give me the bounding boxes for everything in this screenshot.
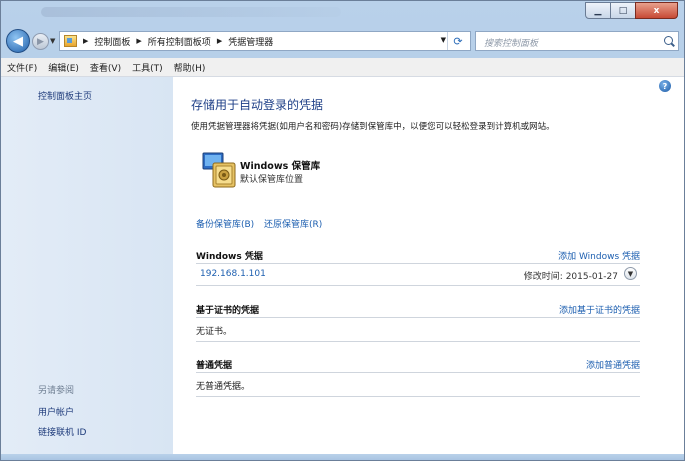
credential-modified-date: 修改时间: 2015-01-27 (523, 272, 618, 282)
back-button[interactable]: ◀ (6, 29, 30, 53)
address-history-dropdown[interactable]: ▼ (441, 36, 446, 44)
search-box[interactable]: 搜索控制面板 (475, 31, 679, 51)
vault-icon (202, 152, 236, 188)
no-generic-credentials-text: 无普通凭据。 (196, 382, 251, 392)
breadcrumb-arrow-icon[interactable]: ▶ (217, 37, 222, 45)
sidebar-link-online-id[interactable]: 链接联机 ID (38, 425, 86, 438)
menu-tools[interactable]: 工具(T) (126, 61, 168, 74)
sidebar-link-user-accounts[interactable]: 用户帐户 (38, 405, 74, 418)
navigation-bar: ◀ ▶ ▼ ▶ 控制面板 ▶ 所有控制面板项 ▶ 凭据管理器 ▼ ⟳ 搜索控制面… (1, 27, 684, 57)
breadcrumb-credential-manager[interactable]: 凭据管理器 (228, 35, 273, 48)
search-placeholder: 搜索控制面板 (484, 39, 539, 49)
chevron-down-icon[interactable]: ▼ (624, 267, 637, 280)
add-generic-credential-link[interactable]: 添加普通凭据 (586, 358, 640, 371)
section-divider (196, 396, 640, 397)
certificate-credentials-heading: 基于证书的凭据 (196, 306, 260, 316)
main-content: ? 存储用于自动登录的凭据 使用凭据管理器将凭据(如用户名和密码)存储到保管库中… (173, 77, 671, 454)
no-certificates-text: 无证书。 (196, 327, 233, 337)
window-controls: ▁ □ x (585, 2, 678, 19)
scroll-gutter (671, 77, 684, 454)
section-divider (196, 263, 640, 264)
sidebar-control-panel-home[interactable]: 控制面板主页 (38, 89, 92, 102)
title-text-blurred (41, 7, 341, 17)
breadcrumb-arrow-icon[interactable]: ▶ (136, 37, 141, 45)
recent-pages-dropdown[interactable]: ▼ (50, 37, 55, 45)
help-icon[interactable]: ? (659, 80, 671, 92)
close-button[interactable]: x (635, 2, 678, 19)
menu-file[interactable]: 文件(F) (1, 61, 42, 74)
title-bar[interactable]: ▁ □ x (1, 1, 684, 27)
section-divider (196, 372, 640, 373)
address-bar[interactable]: ▶ 控制面板 ▶ 所有控制面板项 ▶ 凭据管理器 ▼ ⟳ (59, 31, 471, 51)
menu-help[interactable]: 帮助(H) (168, 61, 211, 74)
breadcrumb-all-items[interactable]: 所有控制面板项 (148, 35, 211, 48)
menu-view[interactable]: 查看(V) (84, 61, 126, 74)
minimize-button[interactable]: ▁ (585, 2, 611, 19)
section-divider (196, 341, 640, 342)
control-panel-icon (64, 35, 77, 47)
page-description: 使用凭据管理器将凭据(如用户名和密码)存储到保管库中，以便您可以轻松登录到计算机… (191, 122, 555, 132)
add-windows-credential-link[interactable]: 添加 Windows 凭据 (558, 249, 640, 262)
breadcrumb-arrow-icon[interactable]: ▶ (83, 37, 88, 45)
menu-edit[interactable]: 编辑(E) (42, 61, 84, 74)
refresh-icon[interactable]: ⟳ (447, 32, 468, 50)
add-certificate-credential-link[interactable]: 添加基于证书的凭据 (559, 303, 640, 316)
windows-credentials-heading: Windows 凭据 (196, 252, 263, 262)
restore-vault-link[interactable]: 还原保管库(R) (264, 217, 322, 230)
maximize-button[interactable]: □ (610, 2, 636, 19)
backup-vault-link[interactable]: 备份保管库(B) (196, 217, 254, 230)
sidebar-see-also-heading: 另请参阅 (38, 386, 75, 396)
breadcrumb-control-panel[interactable]: 控制面板 (94, 35, 130, 48)
generic-credentials-heading: 普通凭据 (196, 361, 233, 371)
menu-bar: 文件(F) 编辑(E) 查看(V) 工具(T) 帮助(H) (1, 58, 684, 77)
section-divider (196, 317, 640, 318)
search-icon[interactable] (664, 36, 673, 45)
credential-entry-link[interactable]: 192.168.1.101 (200, 269, 266, 279)
sidebar: 控制面板主页 另请参阅 用户帐户 链接联机 ID (1, 77, 173, 454)
page-title: 存储用于自动登录的凭据 (191, 98, 324, 112)
window: ▁ □ x ◀ ▶ ▼ ▶ 控制面板 ▶ 所有控制面板项 ▶ 凭据管理器 ▼ ⟳… (0, 0, 685, 461)
section-divider (196, 285, 640, 286)
vault-location: 默认保管库位置 (240, 175, 304, 185)
vault-name: Windows 保管库 (240, 161, 321, 172)
forward-button[interactable]: ▶ (32, 33, 49, 50)
window-bottom-border (1, 454, 684, 460)
